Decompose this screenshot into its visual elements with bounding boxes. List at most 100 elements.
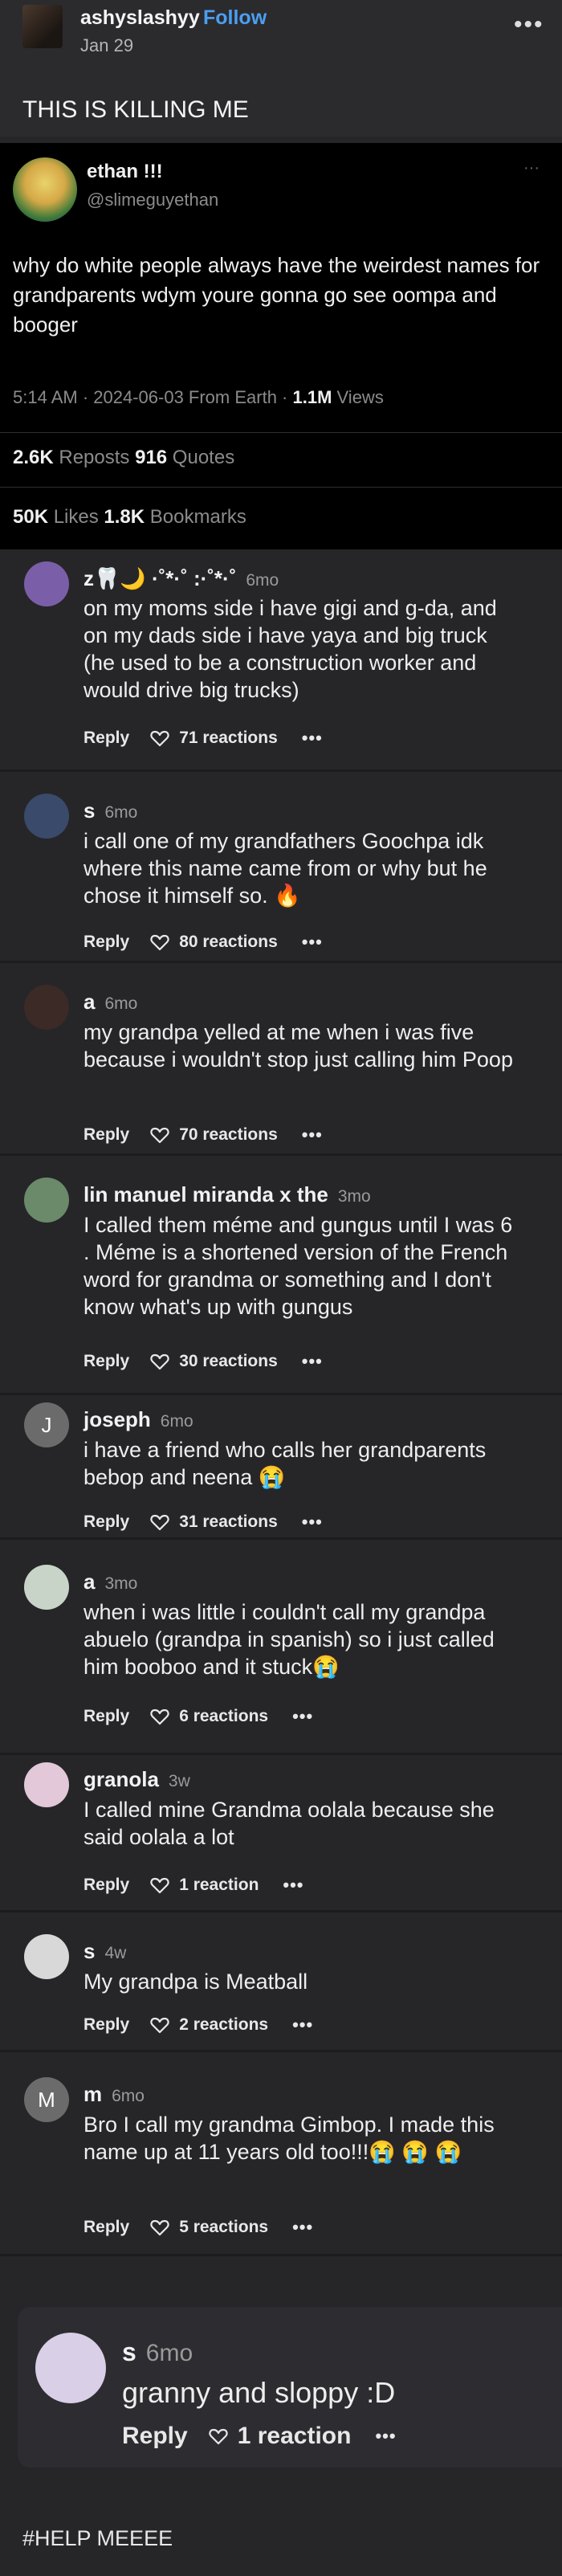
comment-author[interactable]: joseph 6mo [83,1407,193,1432]
reactions-count[interactable]: 1 reaction [179,1876,259,1895]
comment-author[interactable]: granola 3w [83,1767,190,1792]
reply-button[interactable]: Reply [83,1513,129,1532]
heart-icon[interactable] [209,2427,238,2445]
heart-icon[interactable] [150,1126,179,1144]
reactions-count[interactable]: 70 reactions [179,1125,278,1145]
reactions-count[interactable]: 5 reactions [179,2218,268,2237]
comment-separator [0,2050,562,2052]
reactions-count[interactable]: 71 reactions [179,729,278,748]
comment-more-icon[interactable]: ••• [302,728,323,749]
reply-button[interactable]: Reply [83,1125,129,1145]
reply-button[interactable]: Reply [83,1876,129,1895]
comment-author-name[interactable]: z🦷🌙 ·˚*·˚ :·˚*·˚ [83,566,236,590]
comment-actions: Reply 70 reactions ••• [83,1125,323,1145]
comment-author[interactable]: s 6mo [122,2337,193,2367]
comment-more-icon[interactable]: ••• [292,2015,313,2035]
comment-more-icon[interactable]: ••• [302,1512,323,1533]
author-avatar[interactable] [22,5,63,48]
comment-more-icon[interactable]: ••• [292,2217,313,2238]
comment-separator [0,1753,562,1755]
comment-avatar[interactable]: M [24,2077,69,2122]
comment-text: I called mine Grandma oolala because she… [83,1798,495,1849]
comment-more-icon[interactable]: ••• [302,932,323,953]
heart-icon[interactable] [150,1708,179,1725]
comment-author[interactable]: m 6mo [83,2082,145,2107]
comment-text: when i was little i couldn't call my gra… [83,1600,495,1679]
comment-avatar[interactable] [24,985,69,1030]
comment-avatar[interactable] [24,1565,69,1610]
comment-author-name[interactable]: m [83,2082,102,2106]
comment-separator [0,1393,562,1395]
heart-icon[interactable] [150,2219,179,2236]
comment-separator [0,1537,562,1540]
reply-button[interactable]: Reply [83,729,129,748]
comment-author-name[interactable]: joseph [83,1407,151,1431]
comment-actions: Reply 31 reactions ••• [83,1512,323,1533]
heart-icon[interactable] [150,2016,179,2034]
comment-actions: Reply 2 reactions ••• [83,2015,313,2035]
heart-icon[interactable] [150,1876,179,1894]
reply-button[interactable]: Reply [83,2218,129,2237]
comment-text: Bro I call my grandma Gimbop. I made thi… [83,2113,495,2164]
comment-avatar[interactable] [24,1178,69,1223]
reply-button[interactable]: Reply [83,2015,129,2035]
comment-avatar[interactable]: J [24,1402,69,1447]
comment-actions: Reply 6 reactions ••• [83,1706,313,1727]
comment-time: 6mo [104,803,138,822]
heart-icon[interactable] [150,1353,179,1370]
reply-button[interactable]: Reply [83,933,129,952]
author-name[interactable]: ashyslashyy [80,6,200,30]
reactions-count[interactable]: 1 reaction [238,2423,352,2450]
comment-author-name[interactable]: lin manuel miranda x the [83,1182,328,1206]
reactions-count[interactable]: 31 reactions [179,1513,278,1532]
comment-time: 3mo [104,1574,138,1593]
comment-avatar[interactable] [24,561,69,606]
tweet-body: why do white people always have the weir… [13,253,540,337]
comment-more-icon[interactable]: ••• [302,1125,323,1145]
comment-avatar[interactable] [24,794,69,839]
comment-avatar[interactable] [24,1934,69,1979]
post-text: THIS IS KILLING ME [22,96,249,123]
comment-text: I called them méme and gungus until I wa… [83,1213,513,1319]
reply-button[interactable]: Reply [83,1707,129,1726]
reply-button[interactable]: Reply [122,2423,188,2450]
comment-text: my grandpa yelled at me when i was five … [83,1020,513,1072]
comment-actions: Reply 80 reactions ••• [83,932,323,953]
comment-author-name[interactable]: s [83,798,95,823]
reactions-count[interactable]: 80 reactions [179,933,278,952]
post-more-icon[interactable]: ••• [514,11,544,39]
comment-actions: Reply 1 reaction ••• [83,1875,304,1896]
comment-actions: Reply 71 reactions ••• [83,728,323,749]
comment-more-icon[interactable]: ••• [375,2426,396,2447]
comment-more-icon[interactable]: ••• [283,1875,303,1896]
comment-avatar[interactable] [24,1762,69,1807]
comment-author-name[interactable]: granola [83,1767,159,1791]
comment-author[interactable]: s 6mo [83,798,137,823]
reactions-count[interactable]: 2 reactions [179,2015,268,2035]
comment-author[interactable]: lin manuel miranda x the 3mo [83,1182,371,1207]
comment-actions: Reply 5 reactions ••• [83,2217,313,2238]
comment-author[interactable]: a 3mo [83,1570,137,1594]
reactions-count[interactable]: 30 reactions [179,1352,278,1371]
comment-author-name[interactable]: a [83,1570,95,1594]
follow-button[interactable]: Follow [203,6,267,30]
reply-button[interactable]: Reply [83,1352,129,1371]
comment-author-name[interactable]: s [83,1939,95,1963]
comment-time: 6mo [246,571,279,590]
comment-separator [0,770,562,772]
reactions-count[interactable]: 6 reactions [179,1707,268,1726]
heart-icon[interactable] [150,729,179,747]
heart-icon[interactable] [150,933,179,951]
comment-author-name[interactable]: s [122,2337,136,2366]
comment-text: i have a friend who calls her grandparen… [83,1438,487,1489]
comment-more-icon[interactable]: ••• [292,1706,313,1727]
comment-more-icon[interactable]: ••• [302,1351,323,1372]
comment-author[interactable]: z🦷🌙 ·˚*·˚ :·˚*·˚ 6mo [83,566,279,591]
heart-icon[interactable] [150,1513,179,1531]
comment-avatar[interactable] [35,2333,106,2403]
tweet-repost-stats: 2.6K Reposts 916 Quotes [13,447,235,468]
comment-author-name[interactable]: a [83,990,95,1014]
comment-time: 6mo [160,1412,193,1431]
comment-author[interactable]: a 6mo [83,990,137,1014]
comment-author[interactable]: s 4w [83,1939,126,1964]
